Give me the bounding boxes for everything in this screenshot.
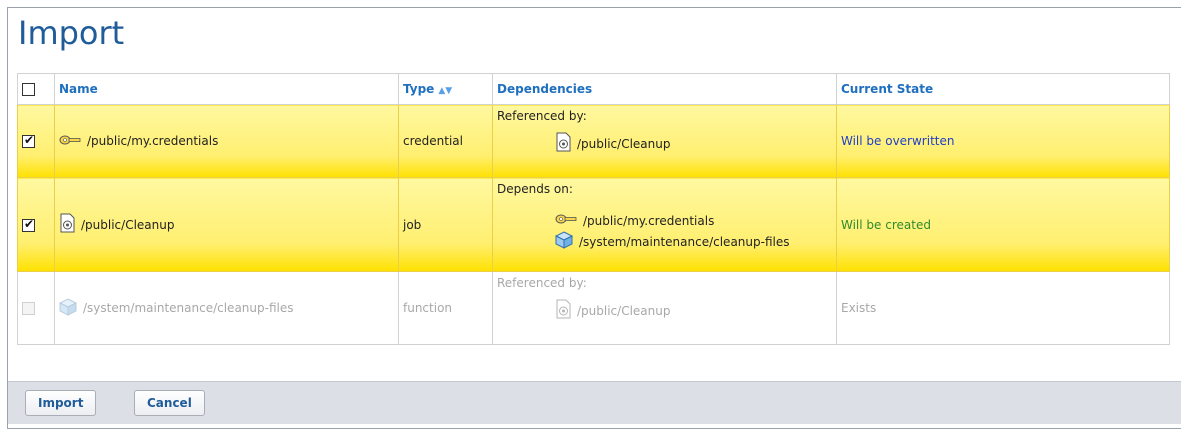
table-header-row: Name Type ▲▼ Dependencies Current State bbox=[17, 73, 1170, 105]
key-icon bbox=[555, 213, 577, 228]
column-header-state-label: Current State bbox=[841, 82, 934, 96]
dependency-path: /public/Cleanup bbox=[577, 136, 671, 151]
item-name: /public/my.credentials bbox=[87, 134, 219, 148]
item-name: /public/Cleanup bbox=[81, 217, 175, 232]
cancel-button[interactable]: Cancel bbox=[134, 390, 205, 416]
name-content: /system/maintenance/cleanup-files bbox=[58, 297, 394, 319]
job-icon bbox=[59, 213, 75, 236]
state-status: Exists bbox=[841, 301, 877, 315]
column-header-state[interactable]: Current State bbox=[836, 73, 1170, 105]
dependency-header: Referenced by: bbox=[497, 109, 587, 123]
column-header-type[interactable]: Type ▲▼ bbox=[398, 73, 493, 105]
item-name: /system/maintenance/cleanup-files bbox=[83, 301, 294, 315]
row-checkbox[interactable] bbox=[22, 133, 35, 148]
cube-icon bbox=[554, 231, 574, 252]
dependency-item: /public/Cleanup bbox=[497, 299, 832, 322]
state-status: Will be overwritten bbox=[841, 134, 955, 148]
import-table: Name Type▲▼ Dependencies Current State /… bbox=[17, 73, 1170, 345]
dependencies-cell: Referenced by: /public/Cleanup bbox=[492, 271, 837, 345]
job-icon bbox=[555, 132, 571, 155]
sort-icon[interactable]: ▲▼ bbox=[438, 86, 452, 96]
name-cell: /system/maintenance/cleanup-files bbox=[54, 271, 399, 345]
key-icon bbox=[59, 134, 81, 149]
name-content: /public/Cleanup bbox=[59, 213, 394, 236]
dependency-header: Depends on: bbox=[497, 182, 573, 196]
name-content: /public/my.credentials bbox=[59, 134, 394, 149]
row-select-cell bbox=[17, 271, 55, 345]
import-button[interactable]: Import bbox=[25, 390, 97, 416]
column-header-dependencies[interactable]: Dependencies bbox=[492, 73, 837, 105]
dependency-path: /public/my.credentials bbox=[583, 213, 715, 228]
column-header-name[interactable]: Name bbox=[54, 73, 399, 105]
dependency-spacer bbox=[497, 290, 832, 296]
dependency-spacer bbox=[497, 123, 832, 129]
row-checkbox bbox=[22, 302, 35, 315]
cube-icon bbox=[58, 297, 78, 319]
column-header-type-label: Type bbox=[403, 82, 435, 96]
name-cell: /public/my.credentials bbox=[54, 104, 399, 178]
dependency-spacer bbox=[497, 196, 832, 210]
dependency-path: /system/maintenance/cleanup-files bbox=[579, 234, 790, 249]
job-icon bbox=[555, 299, 571, 322]
dependencies-cell: Referenced by: /public/Cleanup bbox=[492, 104, 837, 178]
dependency-item: /public/Cleanup bbox=[497, 132, 832, 155]
column-header-dependencies-label: Dependencies bbox=[497, 82, 593, 96]
dependency-item: /system/maintenance/cleanup-files bbox=[497, 231, 832, 252]
dependency-item: /public/my.credentials bbox=[497, 213, 832, 228]
table-row[interactable]: /public/my.credentialscredentialReferenc… bbox=[17, 104, 1170, 178]
state-cell: Exists bbox=[836, 271, 1170, 345]
select-all-checkbox[interactable] bbox=[22, 83, 35, 96]
name-cell: /public/Cleanup bbox=[54, 177, 399, 272]
dialog-footer: Import Cancel bbox=[8, 381, 1181, 424]
type-cell: function bbox=[398, 271, 493, 345]
type-cell: job bbox=[398, 177, 493, 272]
row-checkbox[interactable] bbox=[22, 217, 35, 232]
row-select-cell bbox=[17, 177, 55, 272]
state-cell: Will be overwritten bbox=[836, 104, 1170, 178]
page-title: Import bbox=[18, 14, 125, 52]
state-status: Will be created bbox=[841, 217, 931, 232]
dependency-header: Referenced by: bbox=[497, 276, 587, 290]
table-row[interactable]: /system/maintenance/cleanup-files functio… bbox=[17, 271, 1170, 345]
select-all-cell bbox=[17, 73, 55, 105]
table-row[interactable]: /public/Cleanup job Depends on: /public/my.… bbox=[17, 177, 1170, 272]
dependencies-cell: Depends on: /public/my.credentials/system… bbox=[492, 177, 837, 272]
type-cell: credential bbox=[398, 104, 493, 178]
row-select-cell bbox=[17, 104, 55, 178]
state-cell: Will be created bbox=[836, 177, 1170, 272]
dependency-path: /public/Cleanup bbox=[577, 303, 671, 318]
column-header-name-label: Name bbox=[59, 82, 98, 96]
